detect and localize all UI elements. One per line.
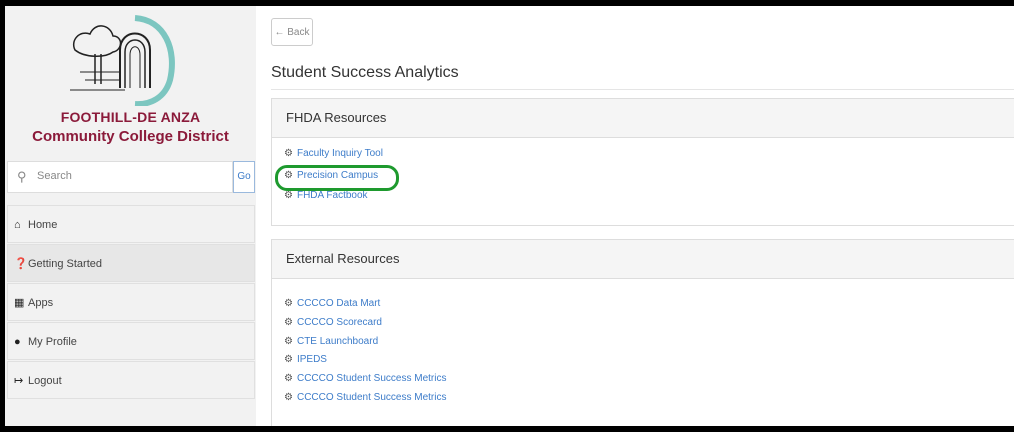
search-input[interactable]: ⚲ Search [7,161,233,193]
cogs-icon: ⚙ [284,373,293,384]
sidebar-item-logout[interactable]: ↦ Logout [7,361,255,399]
highlight-annotation [275,165,399,191]
page-title: Student Success Analytics [271,64,459,81]
link-label: IPEDS [296,354,327,365]
search-bar: ⚲ Search Go [7,161,255,193]
sidebar-item-label: Home [28,219,58,231]
fhda-resources-panel: FHDA Resources ⚙ Faculty Inquiry Tool ⚙ Pr… [271,98,1014,226]
search-go-button[interactable]: Go [233,161,255,193]
link-label: CTE Launchboard [296,336,379,347]
link-cccco-student-success-metrics[interactable]: ⚙ CCCCO Student Success Metrics [284,392,446,403]
link-cccco-data-mart[interactable]: ⚙ CCCCO Data Mart [284,298,380,309]
cogs-icon: ⚙ [284,298,293,309]
sidebar-item-home[interactable]: ⌂ Home [7,205,255,243]
sidebar-item-label: Apps [28,297,54,309]
link-cccco-scorecard[interactable]: ⚙ CCCCO Scorecard [284,317,382,328]
district-logo[interactable]: FOOTHILL-DE ANZA Community College Distr… [5,6,256,161]
back-button[interactable]: ← Back [271,18,313,46]
sidebar-item-label: Getting Started [28,258,102,270]
user-icon: ● [14,336,21,348]
sidebar: FOOTHILL-DE ANZA Community College Distr… [5,6,256,426]
logo-emblem [70,15,175,106]
panel-header: External Resources [272,240,1014,279]
title-divider [271,89,1014,90]
search-placeholder: Search [37,170,72,182]
sidebar-item-label: My Profile [28,336,77,348]
cogs-icon: ⚙ [284,392,293,403]
link-label: CCCCO Scorecard [296,317,382,328]
link-label: CCCCO Student Success Metrics [296,373,447,384]
sidebar-item-my-profile[interactable]: ● My Profile [7,322,255,360]
logo-line-2: Community College District [32,128,229,145]
page-frame: FOOTHILL-DE ANZA Community College Distr… [5,6,1014,426]
link-label: CCCCO Data Mart [296,298,381,309]
panel-header: FHDA Resources [272,99,1014,138]
sidebar-item-apps[interactable]: ▦ Apps [7,283,255,321]
cogs-icon: ⚙ [284,336,293,347]
sidebar-item-getting-started[interactable]: ❓Getting Started [7,244,255,282]
link-ipeds[interactable]: ⚙ IPEDS [284,354,327,365]
grid-icon: ▦ [14,297,25,309]
logout-icon: ↦ [14,375,24,387]
main-content: ← Back Student Success Analytics FHDA Re… [256,6,1014,426]
cogs-icon: ⚙ [284,190,293,201]
cogs-icon: ⚙ [284,148,293,159]
link-label: Faculty Inquiry Tool [296,148,383,159]
link-faculty-inquiry-tool[interactable]: ⚙ Faculty Inquiry Tool [284,148,383,159]
cogs-icon: ⚙ [284,317,293,328]
logo-line-1: FOOTHILL-DE ANZA [60,109,201,125]
link-label: FHDA Factbook [296,190,368,201]
sidebar-item-label: Logout [28,375,62,387]
link-cccco-student-success-metrics[interactable]: ⚙ CCCCO Student Success Metrics [284,373,446,384]
link-fhda-factbook[interactable]: ⚙ FHDA Factbook [284,190,368,201]
link-cte-launchboard[interactable]: ⚙ CTE Launchboard [284,336,378,347]
link-label: CCCCO Student Success Metrics [296,392,447,403]
home-icon: ⌂ [14,219,21,231]
cogs-icon: ⚙ [284,354,293,365]
question-circle-icon: ❓ [14,258,28,270]
external-resources-panel: External Resources ⚙ CCCCO Data Mart ⚙ CCC… [271,239,1014,426]
search-icon: ⚲ [17,169,27,184]
